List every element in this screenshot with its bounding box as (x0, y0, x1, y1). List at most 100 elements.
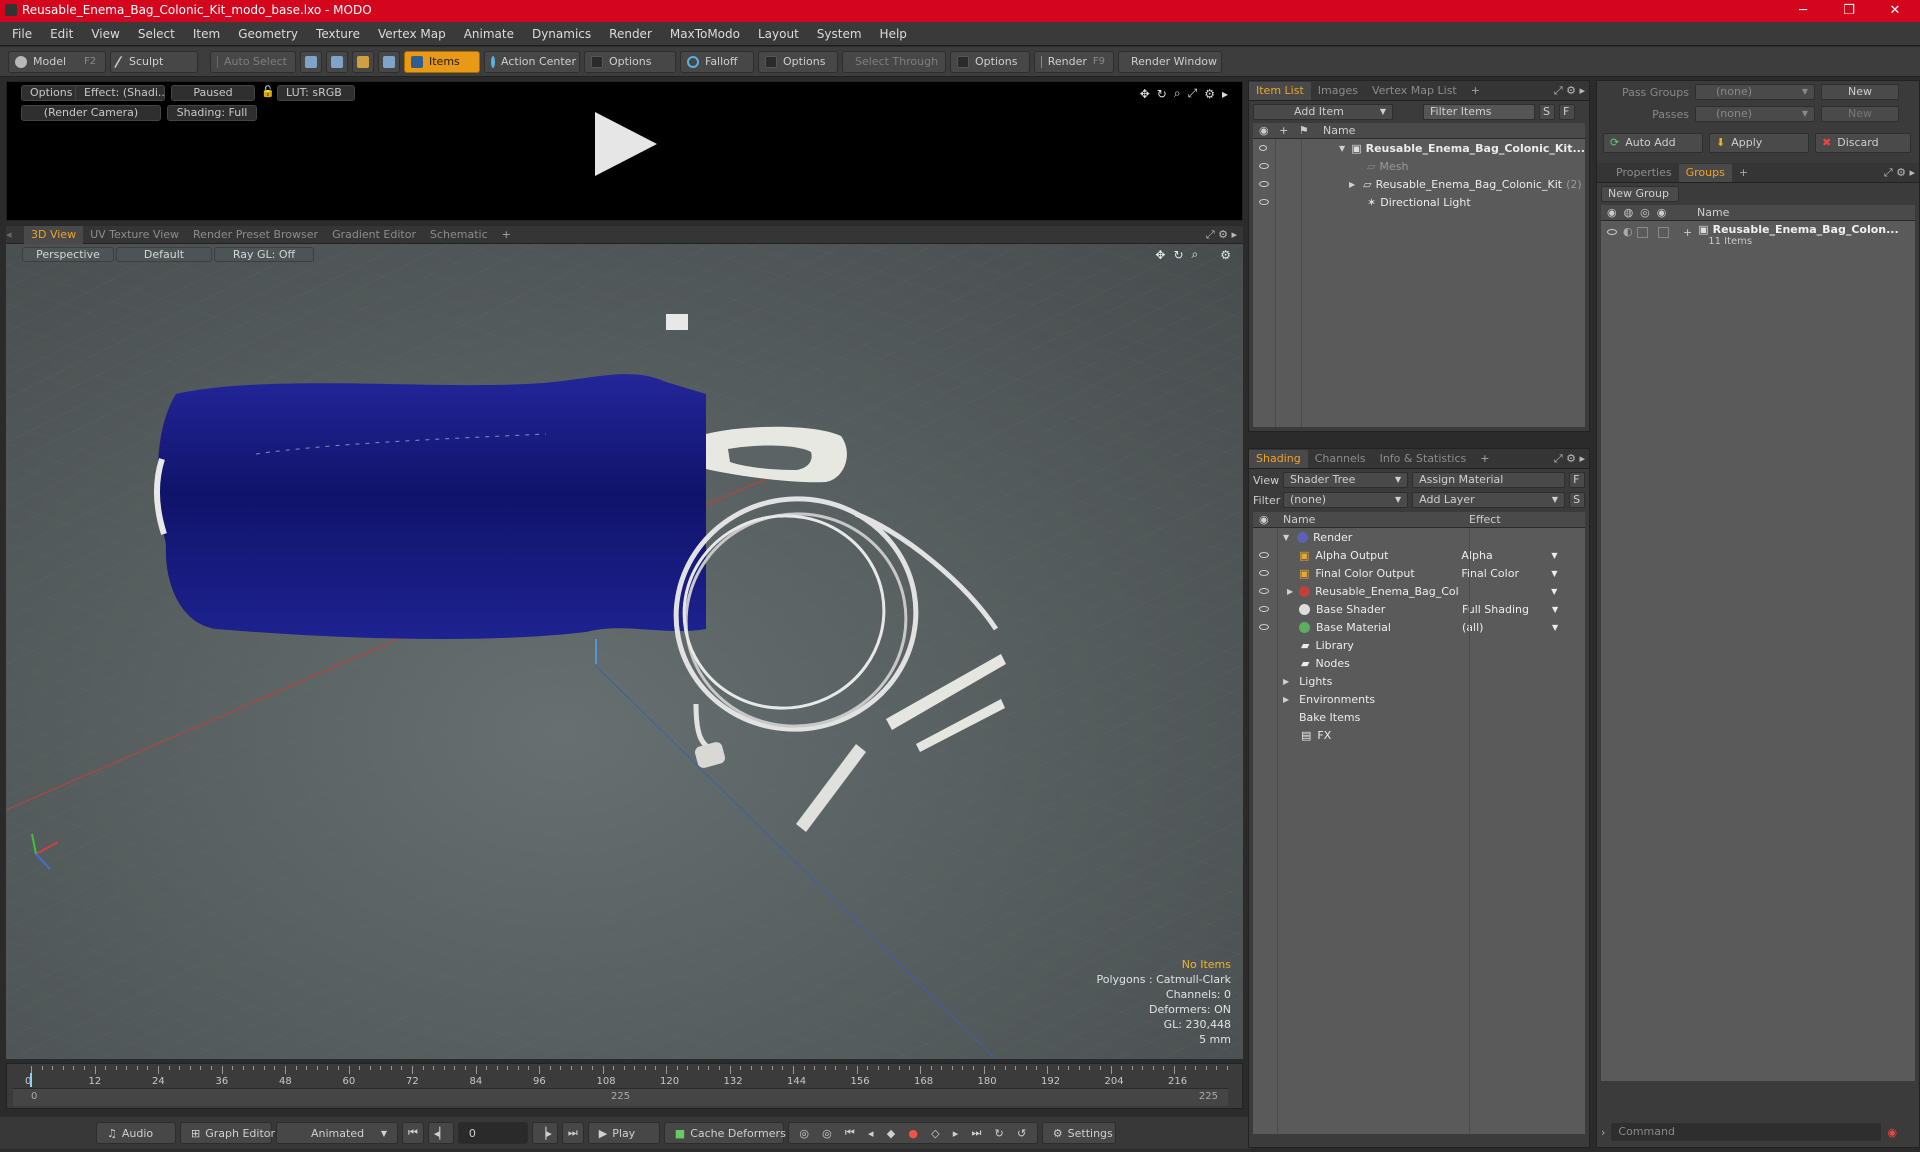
frame-input[interactable]: 0 (457, 1122, 528, 1144)
expand-right-icon[interactable]: ▶ (1349, 180, 1355, 189)
menu-system[interactable]: System (817, 27, 862, 41)
add-tab-icon[interactable]: + (1473, 450, 1496, 468)
expand-down-icon[interactable]: ▼ (1283, 533, 1289, 542)
rotate-icon[interactable]: ↻ (1173, 248, 1183, 262)
perspective-dropdown[interactable]: Perspective (22, 247, 114, 262)
shader-row-final-color-output[interactable]: ▣ Final Color Output Final Color ▼ (1253, 564, 1585, 582)
sculpt-button[interactable]: Sculpt (110, 50, 198, 73)
prev-icon[interactable]: ◂ (868, 1127, 874, 1140)
visibility-eye-icon[interactable] (1259, 588, 1269, 594)
prev-key-button[interactable]: ◂▏ (427, 1122, 454, 1144)
edges-mode-button[interactable] (326, 50, 348, 73)
key-icon[interactable]: ◇ (931, 1127, 939, 1140)
default-style-dropdown[interactable]: Default (116, 247, 212, 262)
passes-dropdown[interactable]: (none) ▼ (1695, 106, 1815, 122)
panel-controls[interactable]: ⤢ ⚙ ▸ (1884, 166, 1915, 180)
shader-row-render[interactable]: ▼ Render (1253, 528, 1585, 546)
menu-texture[interactable]: Texture (316, 27, 360, 41)
shader-row-bake-items[interactable]: Bake Items (1253, 708, 1585, 726)
shading-f-button[interactable]: F (1569, 472, 1585, 488)
tab-item-list[interactable]: Item List (1249, 81, 1311, 100)
expand-right-icon[interactable]: ▶ (1283, 677, 1289, 686)
render-toggle-icon[interactable]: ◐ (1623, 225, 1637, 238)
filter-f-button[interactable]: F (1559, 104, 1575, 120)
vertices-mode-button[interactable] (300, 50, 322, 73)
action-center-button[interactable]: Action Center (484, 50, 580, 73)
key-tool-icon[interactable]: ◎ (822, 1127, 832, 1140)
gear-icon[interactable]: ⚙ (1220, 248, 1231, 262)
add-tab-icon[interactable]: + (1464, 82, 1487, 100)
command-stop-icon[interactable]: ◉ (1887, 1126, 1897, 1139)
go-to-end-button[interactable]: ⏭ (561, 1122, 584, 1144)
filter-dropdown[interactable]: (none) ▼ (1283, 492, 1409, 508)
panel-controls[interactable]: ⤢ ⚙ ▸ (1554, 84, 1585, 98)
action-center-options-button[interactable]: Options (584, 50, 676, 73)
apply-button[interactable]: ⬇ Apply (1709, 133, 1809, 153)
shader-row-nodes[interactable]: ▰ Nodes (1253, 654, 1585, 672)
shader-effect[interactable]: Alpha (1461, 549, 1551, 562)
tab-channels[interactable]: Channels (1308, 450, 1373, 468)
rotate-icon[interactable]: ↻ (1157, 87, 1167, 101)
menu-select[interactable]: Select (138, 27, 175, 41)
render-button[interactable]: Render F9 (1034, 50, 1114, 73)
minimize-icon[interactable]: ─ (1780, 0, 1826, 22)
command-input[interactable]: Command (1611, 1123, 1882, 1141)
tab-shading[interactable]: Shading (1249, 449, 1308, 468)
menu-edit[interactable]: Edit (50, 27, 73, 41)
tab-vertex-map-list[interactable]: Vertex Map List (1365, 82, 1464, 100)
visibility-eye-icon[interactable] (1259, 181, 1269, 187)
lock-icon[interactable]: 🔓 (261, 85, 275, 101)
loop-icon[interactable]: ↻ (995, 1127, 1004, 1140)
audio-button[interactable]: ♫ Audio (96, 1122, 176, 1144)
pan-icon[interactable]: ✥ (1155, 248, 1165, 262)
animated-dropdown[interactable]: Animated ▼ (276, 1122, 398, 1144)
shader-row-environments[interactable]: ▶ Environments (1253, 690, 1585, 708)
add-tab-icon[interactable]: + (1732, 164, 1755, 182)
tab-groups[interactable]: Groups (1678, 163, 1732, 182)
shader-effect[interactable]: Final Color (1461, 567, 1551, 580)
arrow-right-icon[interactable]: ▸ (1222, 87, 1228, 101)
auto-select-button[interactable]: Auto Select (210, 50, 296, 73)
raygl-dropdown[interactable]: Ray GL: Off (214, 247, 314, 262)
record-icon[interactable]: ● (908, 1127, 918, 1140)
play-button[interactable]: ▶ Play (587, 1122, 660, 1144)
menu-view[interactable]: View (91, 27, 119, 41)
chevron-down-icon[interactable]: ▼ (1551, 587, 1557, 596)
menu-render[interactable]: Render (609, 27, 652, 41)
item-row-scene[interactable]: ▼ ▣ Reusable_Enema_Bag_Colonic_Kit... (1253, 139, 1585, 157)
next-icon[interactable]: ▸ (953, 1127, 959, 1140)
new-group-button[interactable]: New Group (1601, 186, 1679, 202)
materials-mode-button[interactable] (378, 50, 400, 73)
menu-geometry[interactable]: Geometry (238, 27, 298, 41)
new-pass-button[interactable]: New (1821, 106, 1899, 122)
view-dropdown[interactable]: Shader Tree ▼ (1283, 472, 1409, 488)
polygons-mode-button[interactable] (352, 50, 374, 73)
visibility-eye-icon[interactable] (1259, 199, 1269, 205)
visibility-eye-icon[interactable] (1259, 163, 1269, 169)
shader-row-base-shader[interactable]: Base Shader Full Shading ▼ (1253, 600, 1585, 618)
select-through-options-button[interactable]: Options (950, 50, 1030, 73)
visibility-eye-icon[interactable] (1607, 229, 1617, 235)
play-preview-icon[interactable] (595, 112, 657, 176)
visibility-eye-icon[interactable] (1259, 624, 1269, 630)
timeline-playhead[interactable] (30, 1073, 32, 1087)
menu-animate[interactable]: Animate (464, 27, 514, 41)
gear-icon[interactable]: ⚙ (1204, 87, 1215, 101)
shader-row-material-group[interactable]: ▶ Reusable_Enema_Bag_Col ... ▼ (1253, 582, 1585, 600)
preview-effect-dropdown[interactable]: Effect: (Shadi... (75, 85, 165, 101)
tab-info-statistics[interactable]: Info & Statistics (1373, 450, 1474, 468)
render-window-button[interactable]: Render Window (1118, 50, 1222, 73)
key-icon[interactable]: ◆ (887, 1127, 895, 1140)
shader-row-lights[interactable]: ▶ Lights (1253, 672, 1585, 690)
zoom-icon[interactable]: ⌕ (1174, 86, 1181, 101)
render-preview[interactable]: Options Effect: (Shadi... Paused 🔓 LUT: … (6, 81, 1243, 221)
menu-vertex-map[interactable]: Vertex Map (378, 27, 446, 41)
items-mode-button[interactable]: Items (404, 50, 480, 73)
new-pass-group-button[interactable]: New (1821, 84, 1899, 100)
item-row-group[interactable]: ▶ ▱ Reusable_Enema_Bag_Colonic_Kit (2) (1253, 175, 1585, 193)
group-row[interactable]: ◐ + ▣ Reusable_Enema_Bag_Colon... 11 Ite… (1601, 221, 1915, 251)
discard-button[interactable]: ✖ Discard (1815, 133, 1911, 153)
expand-down-icon[interactable]: ▼ (1339, 144, 1345, 153)
maximize-icon[interactable]: ⤢ (1188, 86, 1198, 101)
filter-s-button[interactable]: S (1539, 104, 1555, 120)
